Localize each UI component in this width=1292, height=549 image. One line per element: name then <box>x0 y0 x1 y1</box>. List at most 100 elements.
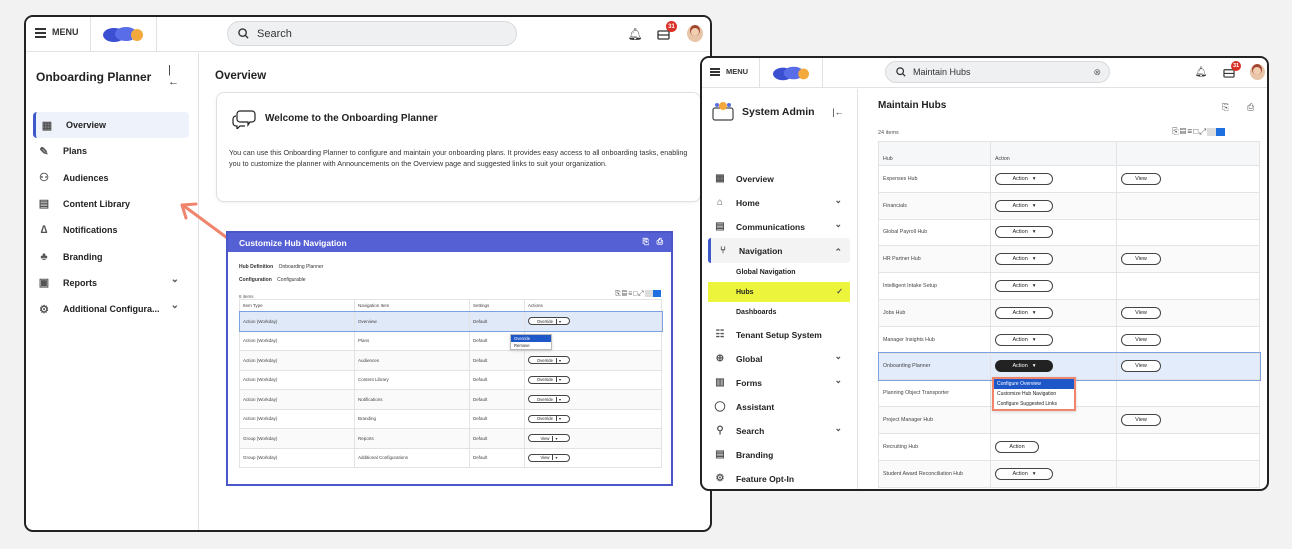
sidebar-item-label: Branding <box>736 449 774 460</box>
sidebar-item-overview[interactable]: ▦ Overview <box>708 166 850 191</box>
action-button[interactable]: Action ▾ <box>995 172 1053 185</box>
action-button[interactable]: Action ▾ <box>995 199 1053 212</box>
sidebar-item-feature-opt-in[interactable]: ⚙ Feature Opt-In <box>708 466 850 489</box>
column-header: Actions <box>524 299 662 312</box>
chevron-down-icon[interactable]: ⌄ <box>834 423 842 434</box>
sidebar-item-branding[interactable]: ♣ Branding <box>33 244 189 270</box>
action-button[interactable]: Action ▾ <box>995 280 1053 293</box>
hub-name: Expenses Hub <box>878 165 991 193</box>
sidebar-item-reports[interactable]: ▣ Reports ⌄ <box>33 270 189 296</box>
table-cell: Action (Workday) <box>239 311 355 332</box>
table-cell: Plans <box>354 330 470 351</box>
action-button[interactable]: Action ▾ <box>995 360 1053 373</box>
row-action-button[interactable]: Override ▾ <box>528 395 570 404</box>
export-icon[interactable]: ⎘ <box>643 237 649 247</box>
sidebar-item-content-library[interactable]: ▤ Content Library <box>33 191 189 217</box>
chevron-down-icon[interactable]: ⌄ <box>834 375 842 386</box>
sidebar-item-notifications[interactable]: ∆ Notifications <box>33 217 189 243</box>
collapse-icon[interactable]: |← <box>168 64 180 88</box>
chevron-down-icon[interactable]: ⌄ <box>834 195 842 206</box>
chevron-down-icon[interactable]: ⌄ <box>834 219 842 230</box>
top-bar-right: MENU Maintain Hubs ⊗ 🔔︎ 31 <box>702 58 1267 88</box>
sidebar-item-search[interactable]: ⚲ Search ⌄ <box>708 418 850 443</box>
sidebar-item-communications[interactable]: ▤ Communications ⌄ <box>708 214 850 239</box>
column-header <box>1116 141 1260 166</box>
search-input-right[interactable]: Maintain Hubs ⊗ <box>885 61 1110 83</box>
avatar[interactable] <box>1250 64 1265 80</box>
clear-search-icon[interactable]: ⊗ <box>1093 67 1101 78</box>
sidebar-item-tenant-setup-system[interactable]: ☷ Tenant Setup System <box>708 322 850 347</box>
sidebar-item-hubs[interactable]: Hubs ✓ <box>708 282 850 302</box>
feature-opt-in-icon: ⚙ <box>715 473 725 484</box>
menu-button[interactable]: MENU <box>35 27 79 38</box>
sidebar-item-label: Global <box>736 353 763 364</box>
view-button[interactable]: View <box>1121 333 1161 346</box>
avatar[interactable] <box>687 25 703 42</box>
dropdown-option[interactable]: Configure Suggested Links <box>994 399 1074 409</box>
view-button[interactable]: View <box>1121 414 1161 427</box>
sidebar-item-global[interactable]: ⊕ Global ⌄ <box>708 346 850 371</box>
print-icon[interactable]: ⎙ <box>1247 102 1254 113</box>
sidebar-item-forms[interactable]: ▥ Forms ⌄ <box>708 370 850 395</box>
table-toolbar[interactable]: ⎘▤≡□⤢ <box>615 290 661 298</box>
search-input[interactable]: Search <box>227 21 517 46</box>
sidebar-item-navigation[interactable]: ⑂ Navigation ⌃ <box>708 238 850 263</box>
dropdown-option[interactable]: Customize Hub Navigation <box>994 389 1074 399</box>
view-button[interactable]: View <box>1121 306 1161 319</box>
sidebar-item-overview[interactable]: ▦ Overview <box>33 112 189 138</box>
export-icon[interactable]: ⎘ <box>1222 102 1229 113</box>
column-header: Navigation Item <box>354 299 470 312</box>
hub-name: Project Manager Hub <box>878 406 991 434</box>
row-action-button[interactable]: View ▾ <box>528 434 570 443</box>
view-button[interactable]: View <box>1121 172 1161 185</box>
hub-name: Onboarding Planner <box>878 352 991 381</box>
chevron-down-icon[interactable]: ⌄ <box>171 274 179 285</box>
sidebar-item-label: Hubs <box>736 288 754 296</box>
dropdown-option[interactable]: Configure Overview <box>994 379 1074 389</box>
chevron-down-icon[interactable]: ⌄ <box>834 351 842 362</box>
sidebar-item-system-health[interactable]: ✗System Health <box>708 490 850 491</box>
customize-hub-navigation-panel: Customize Hub Navigation ⎘ ⎙ Hub Definit… <box>226 231 673 486</box>
table-row: Expenses Hub Action ▾ View <box>878 165 1260 193</box>
action-button[interactable]: Action <box>995 440 1039 453</box>
row-action-button[interactable]: View ▾ <box>528 453 570 462</box>
dropdown-option[interactable]: Override <box>511 335 551 342</box>
row-action-button[interactable]: Override ▾ <box>528 356 570 365</box>
menu-button-right[interactable]: MENU <box>710 67 748 76</box>
sidebar-item-additional-configurations[interactable]: ⚙ Additional Configura... ⌄ <box>33 296 189 322</box>
chevron-up-icon[interactable]: ⌃ <box>834 247 842 258</box>
sidebar-item-branding[interactable]: ▤ Branding <box>708 442 850 467</box>
dropdown-option[interactable]: Remove <box>511 342 551 349</box>
caret-down-icon: ▾ <box>1032 229 1036 236</box>
table-cell: Action (Workday) <box>239 408 355 429</box>
override-dropdown[interactable]: Override Remove <box>510 334 552 350</box>
sidebar-item-assistant[interactable]: ◯ Assistant <box>708 394 850 419</box>
table-toolbar[interactable]: ⎘▤≡□⤢ <box>1172 126 1226 137</box>
chevron-down-icon[interactable]: ⌄ <box>171 300 179 311</box>
action-button[interactable]: Action ▾ <box>995 306 1053 319</box>
bell-icon[interactable]: 🔔︎ <box>627 27 642 41</box>
sidebar-item-home[interactable]: ⌂ Home ⌄ <box>708 190 850 215</box>
print-icon[interactable]: ⎙ <box>657 237 663 247</box>
row-action-button[interactable]: Override ▾ <box>528 414 570 423</box>
sidebar-item-plans[interactable]: ✎ Plans <box>33 138 189 164</box>
forms-icon: ▥ <box>715 377 725 388</box>
row-action-button[interactable]: Override ▾ <box>528 317 570 326</box>
collapse-icon[interactable]: |← <box>832 106 844 118</box>
action-button[interactable]: Action ▾ <box>995 226 1053 239</box>
bell-icon[interactable]: 🔔︎ <box>1195 66 1208 78</box>
sidebar-item-label: Plans <box>63 146 88 157</box>
view-button[interactable]: View <box>1121 253 1161 266</box>
action-dropdown[interactable]: Configure Overview Customize Hub Navigati… <box>992 377 1076 411</box>
sidebar-item-dashboards[interactable]: Dashboards <box>708 302 850 322</box>
table-row: Recruiting Hub Action <box>878 432 1260 461</box>
row-action-button[interactable]: Override ▾ <box>528 375 570 384</box>
sidebar-item-global-navigation[interactable]: Global Navigation <box>708 262 850 282</box>
action-button[interactable]: Action ▾ <box>995 467 1053 480</box>
view-button[interactable]: View <box>1121 360 1161 373</box>
hamburger-icon <box>35 27 46 38</box>
sidebar-item-audiences[interactable]: ⚇ Audiences <box>33 165 189 191</box>
table-cell: Default <box>469 428 525 449</box>
action-button[interactable]: Action ▾ <box>995 253 1053 266</box>
action-button[interactable]: Action ▾ <box>995 333 1053 346</box>
